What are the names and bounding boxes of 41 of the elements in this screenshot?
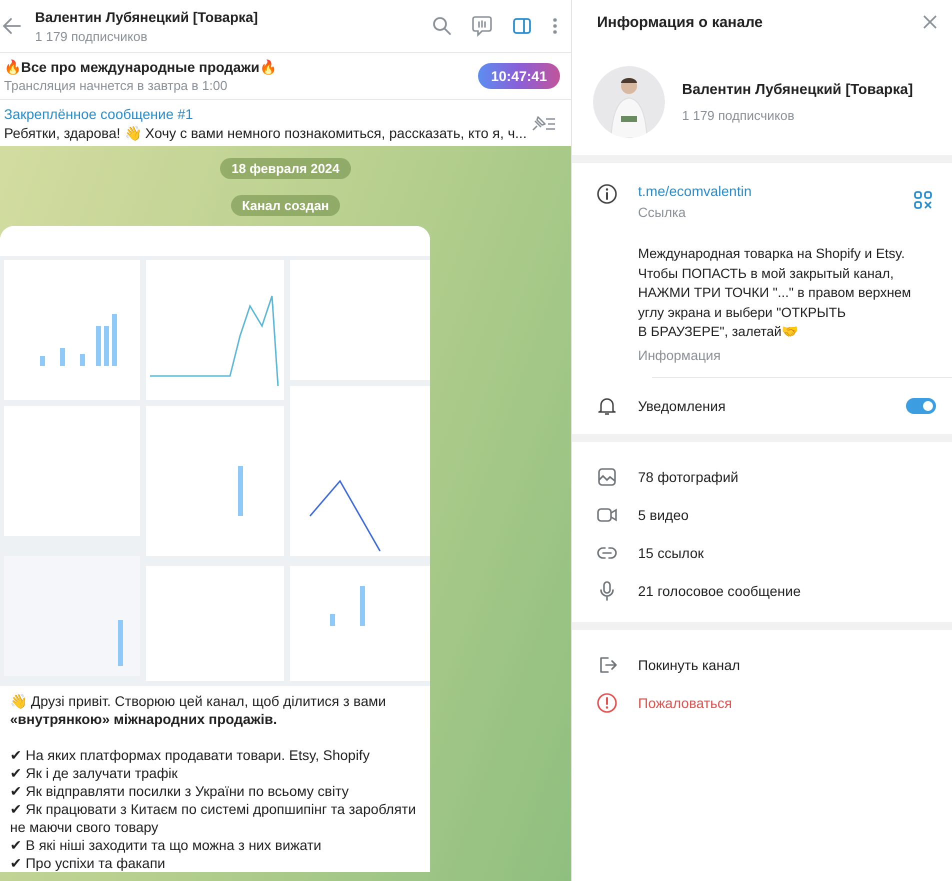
channel-title: Валентин Лубянецкий [Товарка] <box>35 8 259 24</box>
comments-icon[interactable] <box>471 15 493 37</box>
notifications-toggle[interactable] <box>906 398 936 414</box>
back-arrow-icon[interactable] <box>1 15 23 37</box>
info-icon <box>596 183 618 205</box>
panel-title: Информация о канале <box>597 14 763 30</box>
qr-code-icon[interactable] <box>914 191 932 209</box>
channel-name: Валентин Лубянецкий [Товарка] <box>682 82 914 98</box>
leave-link[interactable]: Покинуть канал <box>638 656 740 672</box>
search-icon[interactable] <box>431 15 453 37</box>
more-icon[interactable] <box>551 15 559 37</box>
sidebar-icon[interactable] <box>511 15 533 37</box>
media-count[interactable]: 15 ссылок <box>638 544 704 560</box>
message-text: ✔ Про успіхи та факапи <box>10 854 166 872</box>
notifications-label: Уведомления <box>638 398 727 414</box>
link-caption: Ссылка <box>638 205 687 220</box>
channel-description: Международная товарка на Shopify и Etsy. Чтобы ПОПАСТЬ в мой закрытый канал, НАЖМИ ТРИ ТОЧКИ "..." в правом верхнем углу экрана и выбери "ОТКРЫТЬ В БРАУЗЕРЕ", залетай🤝 <box>638 245 912 341</box>
live-stream-schedule: Трансляция начнется в завтра в 1:00 <box>4 78 228 93</box>
pinned-message[interactable]: Ребятки, здарова! 👋 Хочу с вами немного познакомиться, рассказать, кто я, ч... <box>4 124 529 140</box>
image-icon <box>596 466 618 488</box>
message-text: ✔ В які ніші заходити та що можна з них вижати <box>10 836 322 854</box>
date-badge: 18 февраля 2024 <box>220 158 351 179</box>
date-badge: Канал создан <box>230 195 340 216</box>
media-count[interactable]: 5 видео <box>638 506 689 522</box>
subscriber-count: 1 179 подписчиков <box>682 108 796 122</box>
countdown-timer[interactable]: 10:47:41 <box>478 63 560 89</box>
message-text: ✔ Як відправляти посилки з України по всьому світу <box>10 782 350 800</box>
warning-icon <box>596 692 618 714</box>
channel-link[interactable]: t.me/ecomvalentin <box>638 183 940 199</box>
message-text: 👋 Друзі привіт. Створюю цей канал, щоб ділитися з вами «внутрянкою» міжнародних продажів. <box>10 692 387 728</box>
message-text: ✔ На яких платформах продавати товари. Etsy, Shopify <box>10 746 371 764</box>
subscriber-count: 1 179 подписчиков <box>35 28 148 44</box>
media-count[interactable]: 78 фотографий <box>638 468 738 484</box>
report-link[interactable]: Пожаловаться <box>638 694 732 710</box>
live-stream-title: 🔥Все про международные продажи🔥 <box>4 59 278 75</box>
media-count[interactable]: 21 голосовое сообщение <box>638 582 801 598</box>
pinned-label[interactable]: Закреплённое сообщение #1 <box>4 106 529 122</box>
message-text: ✔ Як і де залучати трафік <box>10 764 179 782</box>
description-caption: Информация <box>638 348 722 362</box>
message-text: ✔ Як працювати з Китаєм по системі дропшипінг та заробляти не маючи свого товару <box>10 800 417 836</box>
close-icon[interactable] <box>922 14 938 30</box>
